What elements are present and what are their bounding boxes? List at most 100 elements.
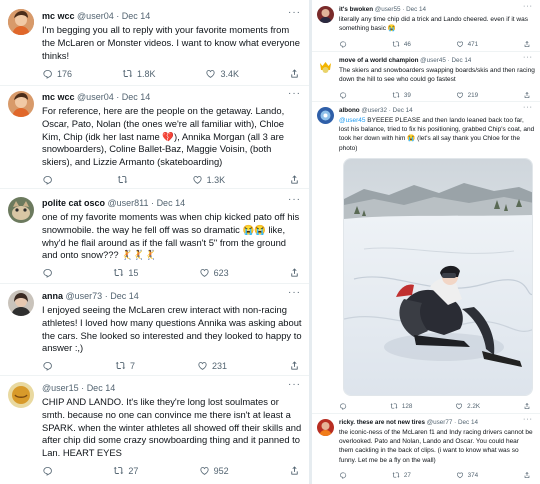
tweet-date[interactable]: Dec 14 bbox=[458, 419, 478, 426]
more-icon[interactable]: ··· bbox=[523, 54, 533, 61]
share-button[interactable] bbox=[289, 68, 300, 79]
tweet-photo[interactable] bbox=[343, 158, 533, 396]
retweet-count: 27 bbox=[128, 465, 139, 476]
like-button[interactable]: 471 bbox=[456, 40, 478, 48]
share-icon bbox=[523, 40, 531, 48]
share-button[interactable] bbox=[523, 40, 531, 48]
reply-button[interactable] bbox=[42, 465, 53, 476]
author-name[interactable]: move of a world champion bbox=[339, 57, 418, 64]
snow-photo bbox=[344, 159, 532, 395]
tweet-date[interactable]: Dec 14 bbox=[157, 198, 186, 208]
author-handle[interactable]: @user04 bbox=[77, 92, 114, 102]
retweet-button[interactable]: 39 bbox=[392, 91, 411, 99]
tweet-date[interactable]: Dec 14 bbox=[393, 107, 413, 114]
reply-mention[interactable]: @user45 bbox=[339, 117, 365, 124]
tweet-1[interactable]: move of a world champion @user45 · Dec 1… bbox=[312, 52, 540, 102]
retweet-button[interactable]: 128 bbox=[390, 402, 412, 410]
avatar[interactable] bbox=[8, 197, 34, 223]
avatar[interactable] bbox=[8, 91, 34, 117]
share-button[interactable] bbox=[523, 471, 531, 479]
retweet-button[interactable]: 1.8K bbox=[122, 68, 156, 79]
avatar[interactable] bbox=[8, 290, 34, 316]
author-handle[interactable]: @user77 bbox=[427, 419, 453, 426]
more-icon[interactable]: ··· bbox=[288, 379, 301, 390]
retweet-button[interactable]: 46 bbox=[392, 40, 411, 48]
retweet-button[interactable]: 27 bbox=[392, 471, 411, 479]
more-icon[interactable]: ··· bbox=[288, 194, 301, 205]
share-button[interactable] bbox=[289, 174, 300, 185]
like-button[interactable]: 623 bbox=[199, 267, 229, 278]
tweet-0[interactable]: mc wcc @user04 · Dec 14 ··· I'm begging … bbox=[0, 0, 309, 86]
like-count: 374 bbox=[467, 471, 479, 479]
tweet-text: I enjoyed seeing the McLaren crew intera… bbox=[42, 304, 302, 354]
avatar[interactable] bbox=[317, 107, 334, 124]
like-button[interactable]: 2.2K bbox=[455, 402, 480, 410]
reply-button[interactable] bbox=[339, 471, 347, 479]
author-handle[interactable]: @user32 bbox=[361, 107, 387, 114]
tweet-actions: 46 471 bbox=[339, 40, 531, 48]
reply-button[interactable] bbox=[339, 402, 347, 410]
reply-button[interactable] bbox=[42, 174, 53, 185]
author-name[interactable]: polite cat osco bbox=[42, 198, 105, 208]
tweet-date[interactable]: Dec 14 bbox=[122, 92, 151, 102]
tweet-date[interactable]: Dec 14 bbox=[451, 57, 471, 64]
tweet-4[interactable]: @user15 · Dec 14 ··· CHIP AND LANDO. It'… bbox=[0, 376, 309, 484]
author-handle[interactable]: @user04 bbox=[77, 11, 114, 21]
more-icon[interactable]: ··· bbox=[523, 104, 533, 111]
more-icon[interactable]: ··· bbox=[288, 88, 301, 99]
author-name[interactable]: it's bwoken bbox=[339, 6, 373, 13]
reply-button[interactable] bbox=[339, 40, 347, 48]
like-button[interactable]: 231 bbox=[197, 360, 227, 371]
more-icon[interactable]: ··· bbox=[523, 416, 533, 423]
retweet-button[interactable] bbox=[117, 174, 128, 185]
like-button[interactable]: 219 bbox=[456, 91, 478, 99]
tweet-3[interactable]: ricky. these are not new tires @user77 ·… bbox=[312, 414, 540, 484]
tweet-date[interactable]: Dec 14 bbox=[110, 291, 139, 301]
tweet-date[interactable]: Dec 14 bbox=[406, 6, 426, 13]
share-button[interactable] bbox=[523, 402, 531, 410]
tweet-2[interactable]: polite cat osco @user811 · Dec 14 ··· on… bbox=[0, 189, 309, 284]
like-button[interactable]: 952 bbox=[199, 465, 229, 476]
like-button[interactable]: 1.3K bbox=[192, 174, 225, 185]
tweet-text: For reference, here are the people on th… bbox=[42, 105, 285, 168]
retweet-button[interactable]: 15 bbox=[113, 267, 138, 278]
share-button[interactable] bbox=[289, 465, 300, 476]
like-button[interactable]: 374 bbox=[456, 471, 479, 479]
author-name[interactable]: anna bbox=[42, 291, 63, 301]
tweet-date[interactable]: Dec 14 bbox=[87, 383, 116, 393]
share-button[interactable] bbox=[523, 91, 531, 99]
reply-button[interactable]: 176 bbox=[42, 68, 72, 79]
avatar[interactable] bbox=[317, 6, 334, 23]
author-name[interactable]: ricky. these are not new tires bbox=[339, 419, 425, 426]
tweet-2[interactable]: albono @user32 · Dec 14 ··· @user45 BYEE… bbox=[312, 102, 540, 414]
author-handle[interactable]: @user15 bbox=[42, 383, 79, 393]
avatar[interactable] bbox=[317, 419, 334, 436]
author-handle[interactable]: @user811 bbox=[108, 198, 149, 208]
tweet-date[interactable]: Dec 14 bbox=[122, 11, 151, 21]
share-button[interactable] bbox=[289, 360, 300, 371]
retweet-button[interactable]: 27 bbox=[113, 465, 138, 476]
author-name[interactable]: albono bbox=[339, 107, 360, 114]
avatar[interactable] bbox=[8, 9, 34, 35]
author-name[interactable]: mc wcc bbox=[42, 92, 75, 102]
author-name[interactable]: mc wcc bbox=[42, 11, 75, 21]
more-icon[interactable]: ··· bbox=[288, 287, 301, 298]
reply-button[interactable] bbox=[42, 267, 53, 278]
reply-button[interactable] bbox=[339, 91, 347, 99]
author-handle[interactable]: @user55 bbox=[375, 6, 401, 13]
share-icon bbox=[523, 471, 531, 479]
retweet-button[interactable]: 7 bbox=[115, 360, 135, 371]
avatar[interactable] bbox=[8, 382, 34, 408]
avatar[interactable] bbox=[317, 57, 334, 74]
more-icon[interactable]: ··· bbox=[288, 7, 301, 18]
reply-button[interactable] bbox=[42, 360, 53, 371]
like-button[interactable]: 3.4K bbox=[205, 68, 239, 79]
more-icon[interactable]: ··· bbox=[523, 3, 533, 10]
share-button[interactable] bbox=[289, 267, 300, 278]
author-handle[interactable]: @user73 bbox=[66, 291, 103, 301]
tweet-0[interactable]: it's bwoken @user55 · Dec 14 ··· literal… bbox=[312, 0, 540, 52]
author-handle[interactable]: @user45 bbox=[420, 57, 446, 64]
tweet-3[interactable]: anna @user73 · Dec 14 ··· I enjoyed seei… bbox=[0, 284, 309, 376]
tweet-1[interactable]: mc wcc @user04 · Dec 14 ··· For referenc… bbox=[0, 86, 309, 189]
reply-count: 176 bbox=[57, 68, 73, 79]
